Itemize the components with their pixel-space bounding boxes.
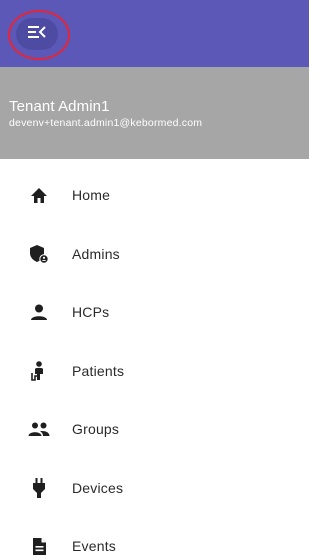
nav-item-label: Devices [72, 479, 124, 496]
user-email: devenv+tenant.admin1@kebormed.com [9, 117, 203, 129]
patient-icon [28, 360, 50, 382]
nav-item-home[interactable]: Home [0, 166, 309, 225]
home-icon [28, 184, 50, 206]
user-profile-header: Tenant Admin1 devenv+tenant.admin1@kebor… [0, 67, 309, 159]
nav-item-label: Groups [72, 421, 120, 438]
person-icon [28, 301, 50, 323]
navigation-drawer: Tenant Admin1 devenv+tenant.admin1@kebor… [0, 0, 309, 555]
menu-open-icon [27, 24, 47, 45]
nav-item-label: Admins [72, 245, 120, 262]
user-name: Tenant Admin1 [9, 98, 110, 115]
nav-item-label: HCPs [72, 304, 110, 321]
nav-item-groups[interactable]: Groups [0, 400, 309, 459]
admin-shield-icon [28, 243, 50, 265]
nav-item-events[interactable]: Events [0, 517, 309, 555]
nav-item-label: Home [72, 187, 111, 204]
nav-item-devices[interactable]: Devices [0, 459, 309, 518]
nav-menu: Home Admins HCPs Patients Groups Devices… [0, 166, 309, 555]
nav-item-label: Events [72, 538, 116, 555]
nav-item-patients[interactable]: Patients [0, 342, 309, 401]
nav-item-label: Patients [72, 362, 125, 379]
document-icon [28, 535, 50, 555]
nav-item-admins[interactable]: Admins [0, 225, 309, 284]
plug-icon [28, 477, 50, 499]
nav-item-hcps[interactable]: HCPs [0, 283, 309, 342]
menu-toggle-button[interactable] [16, 18, 58, 50]
app-bar [0, 0, 309, 67]
group-icon [28, 418, 50, 440]
